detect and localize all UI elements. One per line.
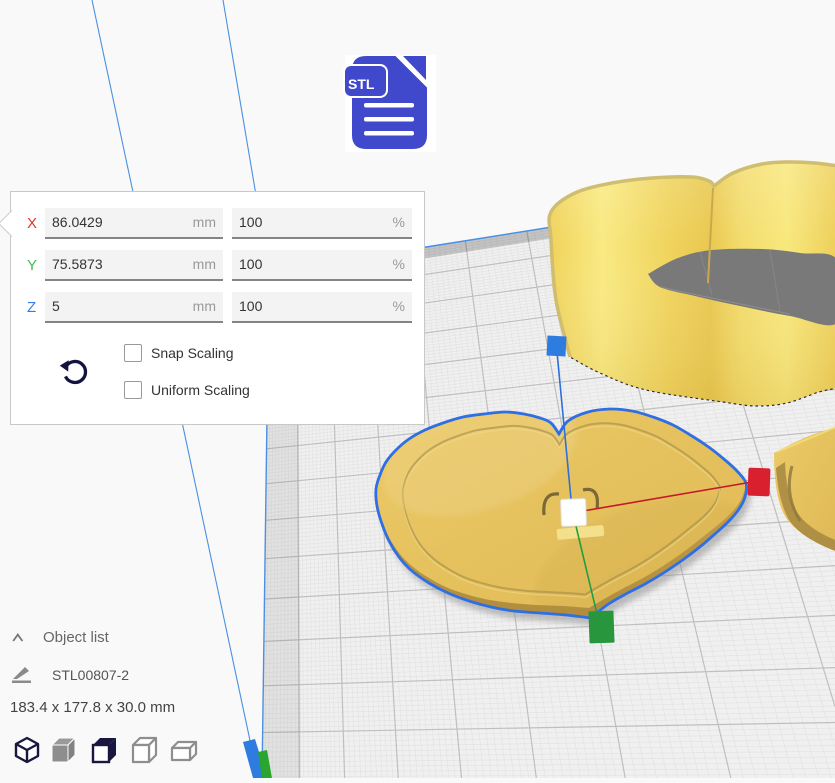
svg-text:STL: STL	[348, 76, 375, 92]
